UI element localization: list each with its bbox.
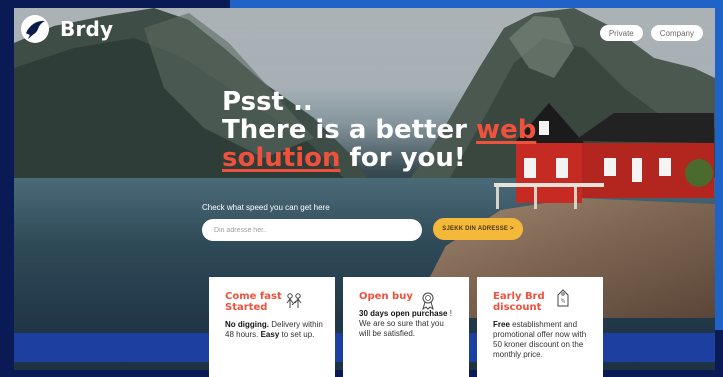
headline-line-1: Psst .. [222,87,313,117]
brand-name: Brdy [60,17,114,41]
frame-accent [230,0,723,8]
card-title: Open buy [359,291,413,302]
company-button[interactable]: Company [650,25,703,41]
card-body-bold: No digging. [225,320,269,329]
headline-highlight: web [476,115,537,145]
brand-logo[interactable]: Brdy [20,14,113,44]
card-body-bold: Easy [260,330,280,339]
frame-accent [715,0,723,330]
bird-icon [21,15,49,43]
private-button[interactable]: Private [599,25,643,41]
headline-line-2: There is a better web [222,116,552,144]
award-ribbon-icon [422,292,434,311]
feature-card: Come fast Started No digging. Delivery w… [209,277,335,377]
hero-headline: Psst .. There is a better web solution f… [222,88,552,172]
headline-text: There is a better [222,115,477,145]
headline-line-3: solution for you! [222,144,552,172]
feature-card: Open buy 30 days open purchase ! We are … [343,277,469,377]
card-body: No digging. Delivery within 48 hours. Ea… [225,320,323,340]
feature-card: Early Brd discount % Free establishment … [477,277,603,377]
builders-icon [286,293,302,308]
top-nav: Private Company [599,25,703,41]
card-body: 30 days open purchase ! We are so sure t… [359,309,457,339]
page-frame: Brdy Private Company Psst .. There is a … [0,0,723,377]
card-body-bold: Free [493,320,510,329]
card-body: Free establishment and promotional offer… [493,320,591,360]
price-tag-icon: % [557,289,569,307]
check-address-button[interactable]: SJEKK DIN ADRESSE > [433,218,523,240]
speed-check-label: Check what speed you can get here [202,203,330,212]
headline-text: for you! [340,143,466,173]
address-input[interactable] [202,219,422,241]
svg-text:%: % [561,299,566,305]
card-body-text: to set up. [279,330,315,339]
headline-highlight: solution [222,143,341,173]
